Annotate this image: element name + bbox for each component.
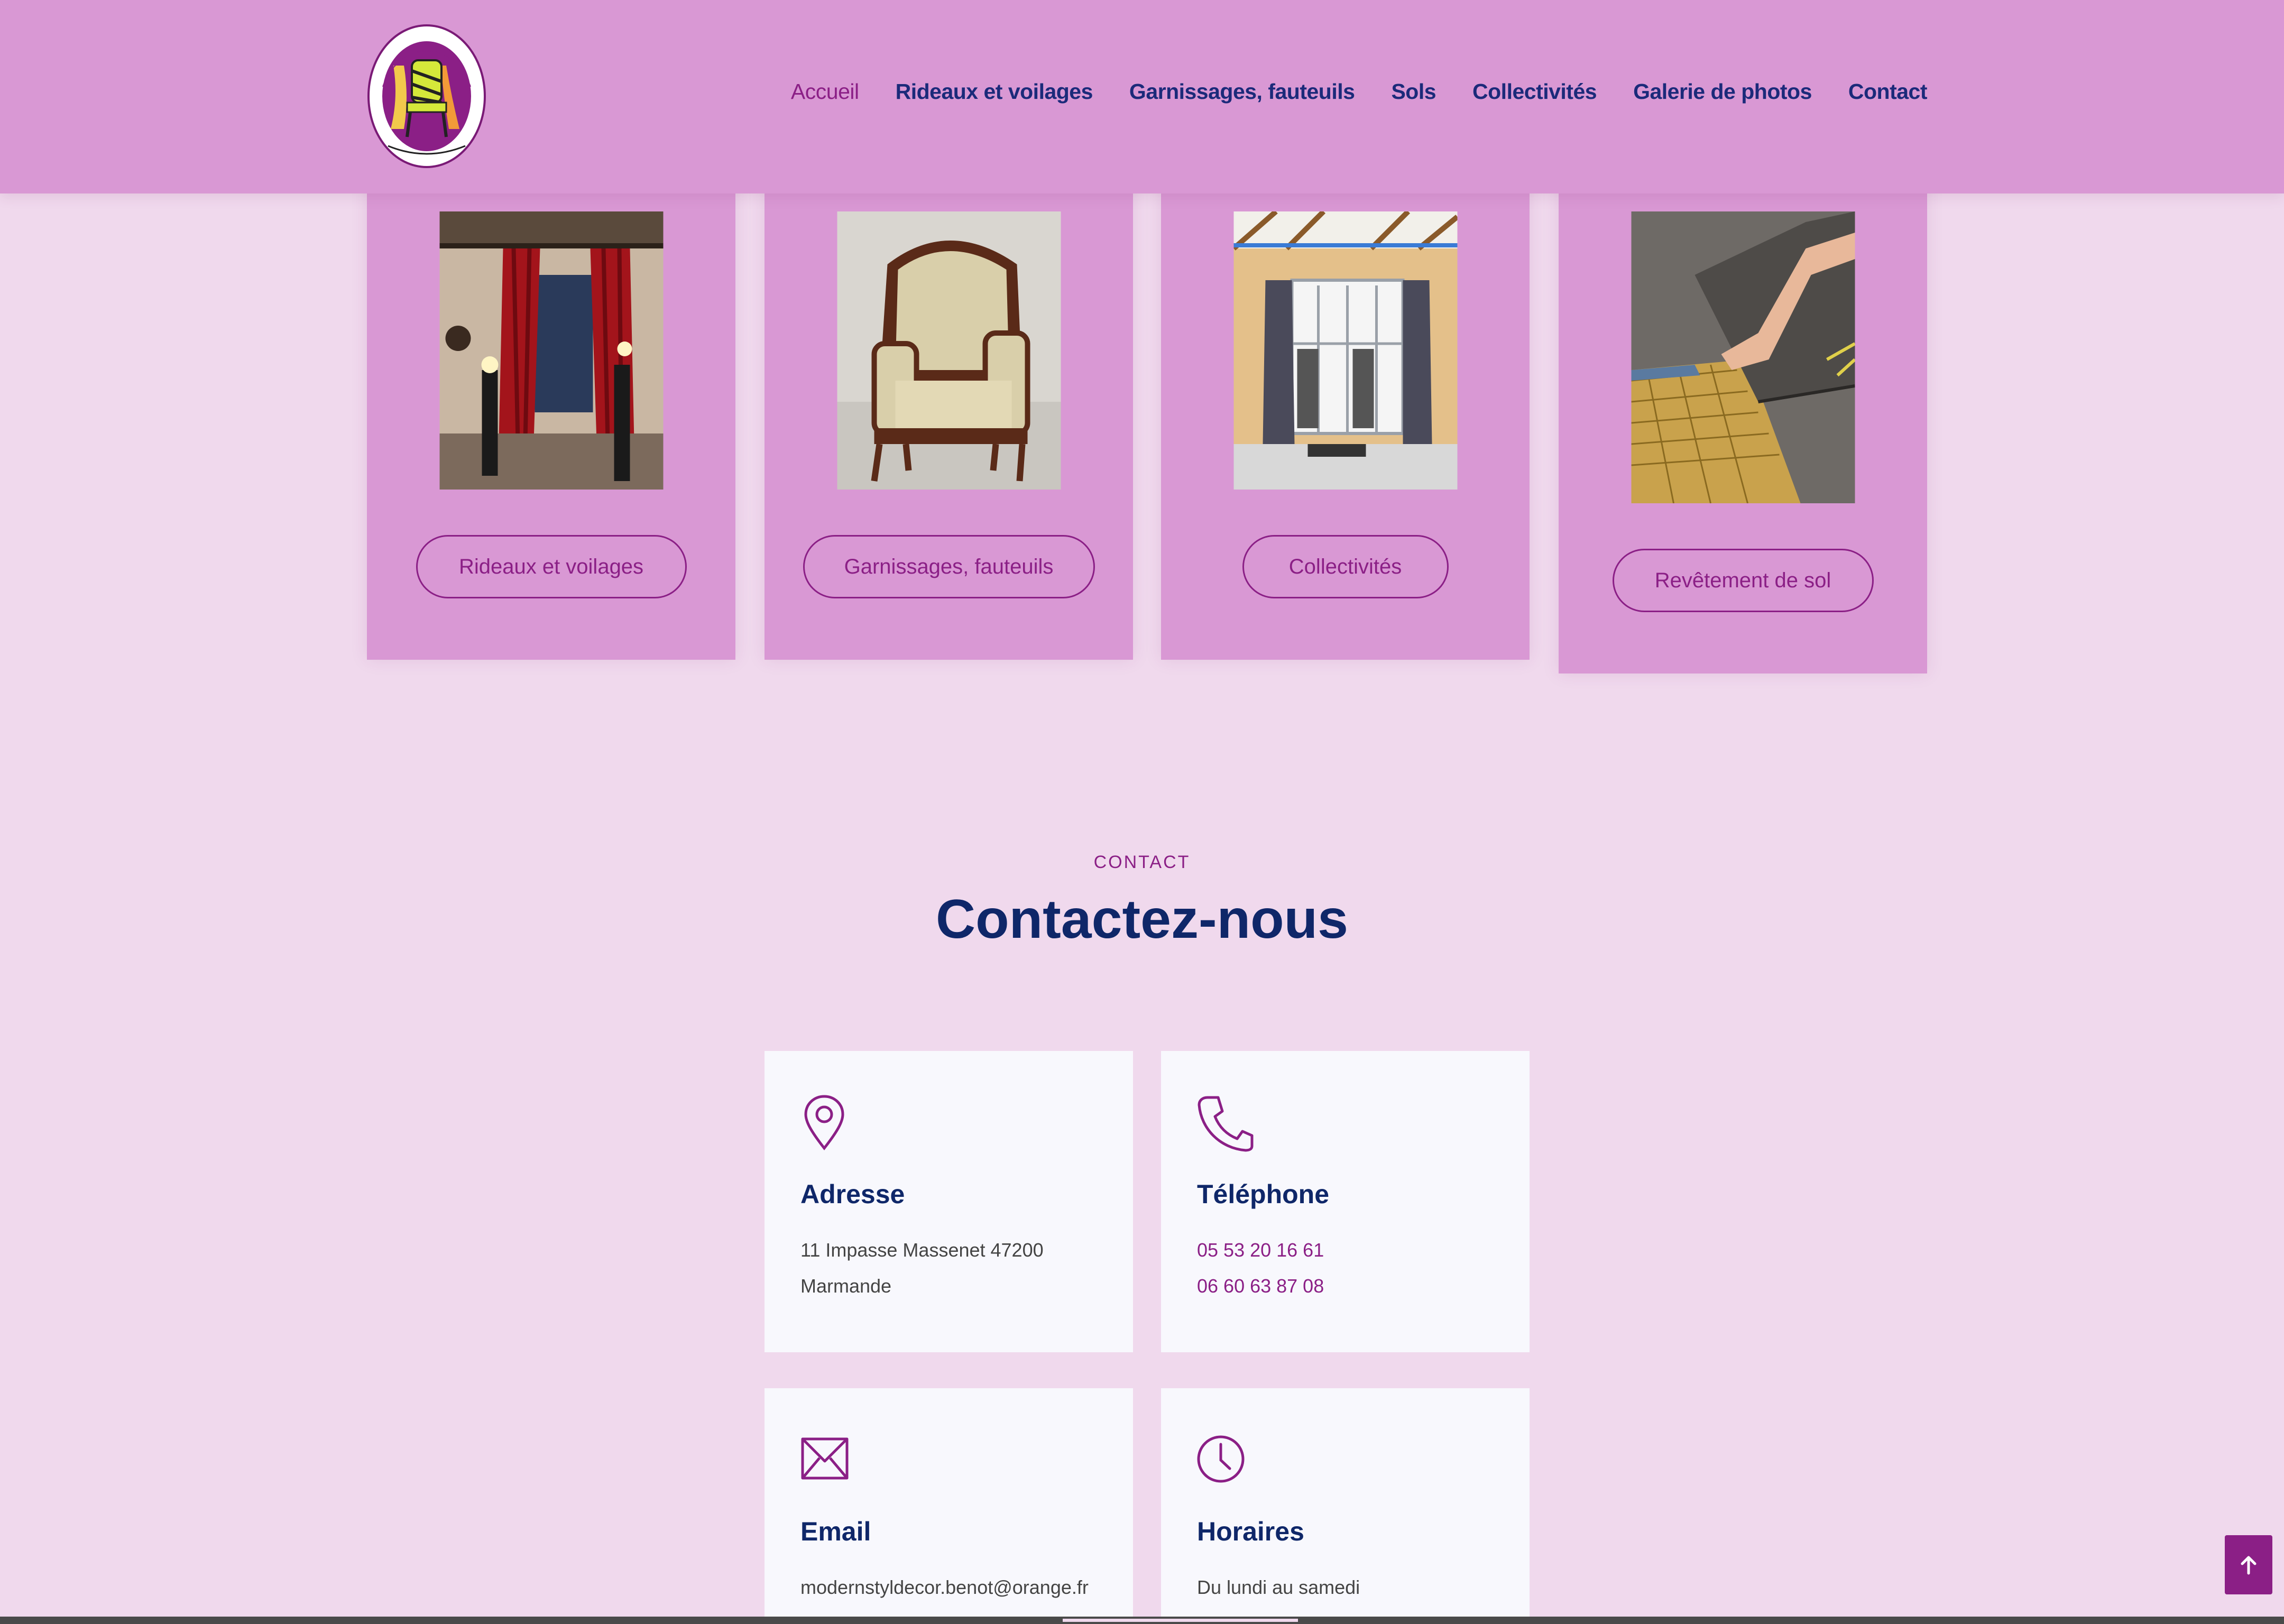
section-eyebrow: CONTACT (1093, 852, 1191, 872)
nav-garnissages[interactable]: Garnissages, fauteuils (1129, 79, 1355, 104)
email-address[interactable]: modernstyldecor.benot@orange.fr (800, 1576, 1089, 1599)
service-button-garnissages[interactable]: Garnissages, fauteuils (803, 535, 1095, 598)
service-card-collectivites: Collectivités (1161, 159, 1530, 660)
address-line-2: Marmande (800, 1275, 892, 1297)
phone-icon (1197, 1094, 1255, 1152)
service-card-rideaux: Rideaux et voilages (367, 159, 735, 660)
nav-accueil[interactable]: Accueil (791, 79, 859, 104)
phone-title: Téléphone (1197, 1179, 1330, 1209)
main-nav: Accueil Rideaux et voilages Garnissages,… (791, 79, 1928, 104)
map-pin-icon (800, 1094, 859, 1152)
scrollbar-thumb[interactable] (1063, 1619, 1298, 1622)
floor-laying-photo (1631, 211, 1855, 503)
phone-number-2[interactable]: 06 60 63 87 08 (1197, 1275, 1324, 1297)
site-logo[interactable] (367, 23, 486, 169)
service-card-garnissages: Garnissages, fauteuils (765, 159, 1133, 660)
nav-rideaux[interactable]: Rideaux et voilages (896, 79, 1093, 104)
service-button-rideaux[interactable]: Rideaux et voilages (416, 535, 687, 598)
site-header: Accueil Rideaux et voilages Garnissages,… (0, 0, 2284, 193)
arrow-up-icon (2241, 1556, 2257, 1575)
hours-line-1: Du lundi au samedi (1197, 1576, 1360, 1598)
armchair-photo (837, 211, 1061, 490)
email-card: Email modernstyldecor.benot@orange.fr (765, 1388, 1133, 1624)
envelope-icon (800, 1432, 859, 1490)
hours-title: Horaires (1197, 1517, 1304, 1546)
nav-contact[interactable]: Contact (1848, 79, 1928, 104)
horizontal-scrollbar[interactable] (0, 1617, 2284, 1624)
red-curtains-photo (439, 211, 663, 490)
address-line-1: 11 Impasse Massenet 47200 (800, 1239, 1044, 1261)
address-title: Adresse (800, 1179, 905, 1209)
back-to-top-button[interactable] (2225, 1535, 2272, 1594)
section-heading: Contactez-nous (936, 889, 1348, 950)
service-button-sols[interactable]: Revêtement de sol (1612, 549, 1874, 612)
service-card-sols: Revêtement de sol (1559, 159, 1927, 673)
nav-collectivites[interactable]: Collectivités (1472, 79, 1597, 104)
service-button-collectivites[interactable]: Collectivités (1242, 535, 1449, 598)
nav-galerie[interactable]: Galerie de photos (1633, 79, 1812, 104)
email-title: Email (800, 1517, 871, 1546)
phone-card: Téléphone 05 53 20 16 61 06 60 63 87 08 (1161, 1051, 1530, 1352)
clock-icon (1197, 1432, 1255, 1490)
entrance-curtains-photo (1233, 211, 1457, 490)
hours-card: Horaires Du lundi au samedi (1161, 1388, 1530, 1624)
address-card: Adresse 11 Impasse Massenet 47200 Marman… (765, 1051, 1133, 1352)
phone-number-1[interactable]: 05 53 20 16 61 (1197, 1239, 1324, 1261)
nav-sols[interactable]: Sols (1391, 79, 1436, 104)
